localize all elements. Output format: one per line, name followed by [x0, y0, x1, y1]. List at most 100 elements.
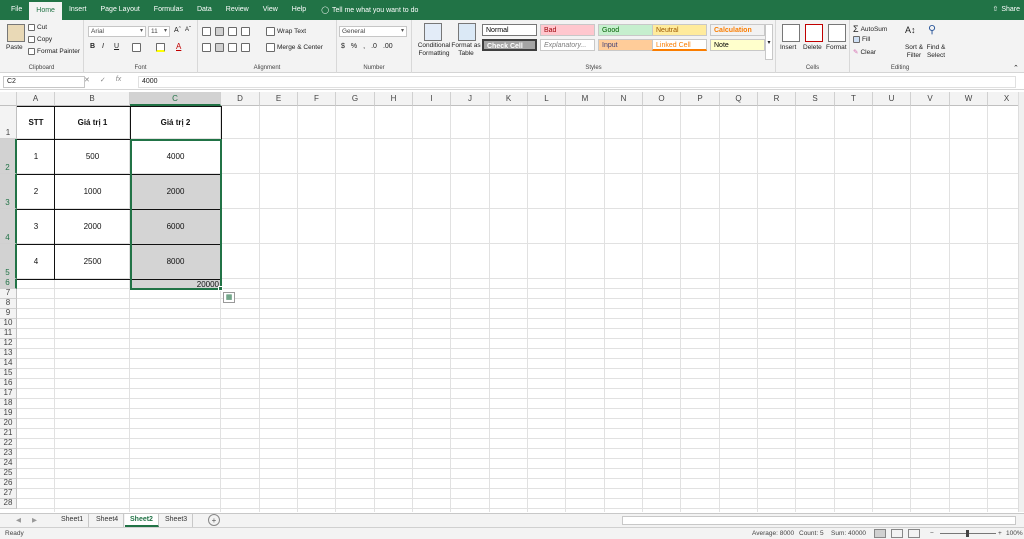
cut-button[interactable]: Cut	[28, 24, 47, 31]
fill-handle[interactable]	[218, 286, 223, 291]
column-header-g[interactable]: G	[336, 92, 375, 106]
zoom-in-icon[interactable]: +	[998, 528, 1002, 539]
italic-button[interactable]: I	[102, 43, 104, 50]
delete-cells-button[interactable]: Delete	[803, 44, 822, 51]
column-header-r[interactable]: R	[758, 92, 796, 106]
column-header-d[interactable]: D	[221, 92, 260, 106]
quick-analysis-icon[interactable]: ▦	[223, 292, 235, 303]
vertical-align-buttons[interactable]	[202, 27, 250, 36]
tab-insert[interactable]: Insert	[62, 0, 94, 20]
column-header-j[interactable]: J	[451, 92, 490, 106]
column-header-w[interactable]: W	[950, 92, 988, 106]
fill-button[interactable]: Fill	[853, 36, 870, 43]
cell-style-good[interactable]: Good	[598, 24, 653, 36]
page-break-view-icon[interactable]	[908, 529, 920, 538]
column-header-u[interactable]: U	[873, 92, 911, 106]
cancel-icon[interactable]: ✕	[84, 76, 90, 84]
merge-center-button[interactable]: Merge & Center	[266, 43, 323, 52]
horizontal-align-buttons[interactable]	[202, 43, 250, 52]
cell-style-check-cell[interactable]: Check Cell	[482, 39, 537, 51]
cell-style-bad[interactable]: Bad	[540, 24, 595, 36]
zoom-level[interactable]: 100%	[1006, 528, 1023, 539]
column-header-n[interactable]: N	[605, 92, 643, 106]
name-box[interactable]: C2	[3, 76, 85, 88]
horizontal-scrollbar[interactable]	[622, 516, 1016, 525]
select-all-corner[interactable]	[0, 92, 17, 106]
column-header-p[interactable]: P	[681, 92, 720, 106]
wrap-text-button[interactable]: Wrap Text	[266, 27, 306, 36]
font-color-button[interactable]: A	[176, 42, 181, 51]
row-header-4[interactable]: 4	[0, 209, 17, 244]
column-header-h[interactable]: H	[375, 92, 413, 106]
number-format-buttons[interactable]: $%, .0 .00	[341, 43, 393, 50]
tab-home[interactable]: Home	[29, 2, 62, 20]
row-header-5[interactable]: 5	[0, 244, 17, 279]
page-layout-view-icon[interactable]	[891, 529, 903, 538]
conditional-formatting-button[interactable]: Conditional Formatting	[414, 42, 454, 58]
sheet-tab-sheet3[interactable]: Sheet3	[160, 514, 194, 527]
column-header-x[interactable]: X	[988, 92, 1018, 106]
shrink-font-button[interactable]: Aˇ	[185, 27, 191, 33]
share-button[interactable]: ⇧ Share	[992, 0, 1020, 20]
column-header-t[interactable]: T	[835, 92, 873, 106]
column-header-q[interactable]: Q	[720, 92, 758, 106]
column-header-k[interactable]: K	[490, 92, 528, 106]
tab-file[interactable]: File	[4, 0, 29, 20]
prev-sheet-icon[interactable]: ◀	[16, 516, 21, 524]
formula-input[interactable]: 4000	[138, 76, 1016, 88]
column-header-s[interactable]: S	[796, 92, 835, 106]
insert-cells-button[interactable]: Insert	[780, 44, 796, 51]
column-header-i[interactable]: I	[413, 92, 451, 106]
styles-scroll-button[interactable]: ▾	[765, 24, 773, 60]
tab-help[interactable]: Help	[285, 0, 313, 20]
find-select-button[interactable]: Find & Select	[924, 44, 948, 60]
column-header-f[interactable]: F	[298, 92, 336, 106]
font-size-select[interactable]: 11	[148, 26, 170, 37]
collapse-ribbon-icon[interactable]: ⌃	[1013, 64, 1019, 72]
bold-button[interactable]: B	[90, 43, 95, 50]
function-icon[interactable]: fx	[116, 76, 121, 84]
tab-page-layout[interactable]: Page Layout	[93, 0, 146, 20]
autosum-button[interactable]: Σ AutoSum	[853, 24, 887, 34]
grow-font-button[interactable]: Aˆ	[174, 27, 181, 34]
column-header-l[interactable]: L	[528, 92, 566, 106]
row-header-28[interactable]: 28	[0, 498, 17, 509]
column-header-v[interactable]: V	[911, 92, 950, 106]
font-name-select[interactable]: Arial	[88, 26, 146, 37]
tab-formulas[interactable]: Formulas	[147, 0, 190, 20]
tab-data[interactable]: Data	[190, 0, 219, 20]
enter-icon[interactable]: ✓	[100, 76, 106, 84]
sheet-tab-sheet4[interactable]: Sheet4	[91, 514, 125, 527]
borders-button[interactable]	[132, 43, 141, 52]
cell-style-linked-cell[interactable]: Linked Cell	[652, 39, 707, 51]
column-header-o[interactable]: O	[643, 92, 681, 106]
format-cells-button[interactable]: Format	[826, 44, 847, 51]
cell-style-calculation[interactable]: Calculation	[710, 24, 765, 36]
fill-color-button[interactable]	[156, 43, 165, 52]
format-painter-button[interactable]: Format Painter	[28, 48, 80, 55]
worksheet-grid[interactable]: ABCDEFGHIJKLMNOPQRSTUVWX 1 2 3 4 5 6 7 8 9 10 11 12…	[0, 92, 1018, 512]
add-sheet-icon[interactable]: +	[208, 514, 220, 526]
number-format-select[interactable]: General	[339, 26, 407, 37]
column-header-e[interactable]: E	[260, 92, 298, 106]
row-header-2[interactable]: 2	[0, 139, 17, 174]
clear-button[interactable]: ✎ Clear	[853, 48, 876, 57]
sheet-tab-sheet2[interactable]: Sheet2	[125, 514, 159, 527]
cell-style-explanatory[interactable]: Explanatory...	[540, 39, 595, 51]
zoom-slider-thumb[interactable]	[966, 530, 969, 537]
column-header-a[interactable]: A	[17, 92, 55, 106]
sort-filter-button[interactable]: Sort & Filter	[902, 44, 926, 60]
sheet-tab-sheet1[interactable]: Sheet1	[56, 514, 90, 527]
zoom-out-icon[interactable]: −	[930, 528, 934, 539]
copy-button[interactable]: Copy	[28, 36, 52, 43]
tell-me-search[interactable]: ◯ Tell me what you want to do	[321, 6, 418, 15]
cell-style-note[interactable]: Note	[710, 39, 765, 51]
cell-style-input[interactable]: Input	[598, 39, 653, 51]
vertical-scrollbar[interactable]	[1018, 92, 1024, 512]
normal-view-icon[interactable]	[874, 529, 886, 538]
tab-view[interactable]: View	[256, 0, 285, 20]
format-as-table-button[interactable]: Format as Table	[450, 42, 482, 58]
column-header-m[interactable]: M	[566, 92, 605, 106]
cell-style-normal[interactable]: Normal	[482, 24, 537, 36]
column-header-b[interactable]: B	[55, 92, 130, 106]
